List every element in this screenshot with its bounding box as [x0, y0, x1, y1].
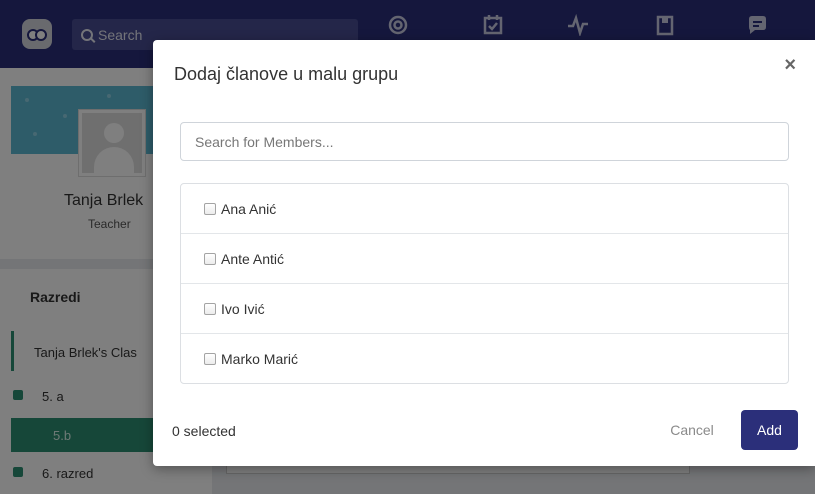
modal-title: Dodaj članove u malu grupu [174, 64, 399, 84]
list-item[interactable]: Ana Anić [181, 184, 788, 234]
member-name: Marko Marić [221, 351, 299, 367]
member-search-input[interactable] [180, 122, 789, 161]
add-members-modal: Dodaj članove u malu grupu × Ana Anić An… [153, 40, 815, 466]
list-item[interactable]: Marko Marić [181, 334, 788, 383]
member-name: Ana Anić [221, 201, 277, 217]
member-checkbox[interactable] [204, 303, 216, 315]
member-name: Ivo Ivić [221, 301, 265, 317]
add-button[interactable]: Add [741, 410, 798, 450]
selected-count: 0 selected [172, 423, 236, 439]
list-item[interactable]: Ante Antić [181, 234, 788, 284]
member-name: Ante Antić [221, 251, 285, 267]
cancel-button[interactable]: Cancel [658, 410, 726, 450]
member-checkbox[interactable] [204, 203, 216, 215]
close-icon[interactable]: × [784, 55, 796, 75]
member-list: Ana Anić Ante Antić Ivo Ivić Marko Marić [180, 183, 789, 384]
member-checkbox[interactable] [204, 353, 216, 365]
member-checkbox[interactable] [204, 253, 216, 265]
list-item[interactable]: Ivo Ivić [181, 284, 788, 334]
